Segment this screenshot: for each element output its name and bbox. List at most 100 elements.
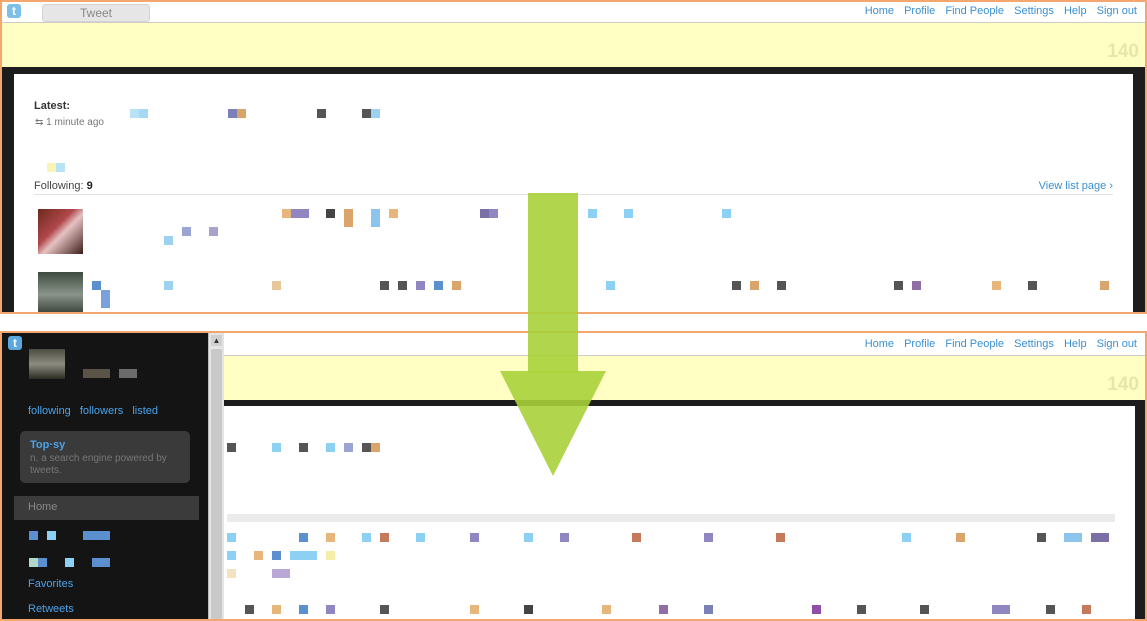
blurred-text <box>326 209 335 218</box>
blurred-text <box>119 369 137 378</box>
blurred-text <box>245 605 254 614</box>
top-bar: t Tweet Home Profile Find People Setting… <box>2 2 1145 23</box>
nav-profile[interactable]: Profile <box>904 338 935 350</box>
view-list-link[interactable]: View list page › <box>1039 180 1113 192</box>
blurred-text <box>362 443 371 452</box>
nav-find-people[interactable]: Find People <box>945 5 1004 17</box>
blurred-text <box>29 531 38 540</box>
blurred-text <box>602 605 611 614</box>
blurred-text <box>83 369 110 378</box>
blurred-text <box>326 533 335 542</box>
blurred-text <box>704 605 713 614</box>
latest-time-text: 1 minute ago <box>46 117 104 128</box>
blurred-text <box>1100 281 1109 290</box>
retweet-icon: ⇆ <box>35 117 47 128</box>
blurred-text <box>777 281 786 290</box>
scroll-up-icon[interactable]: ▲ <box>211 335 222 346</box>
nav-settings[interactable]: Settings <box>1014 338 1054 350</box>
profile-stats: following followers listed <box>28 405 164 417</box>
stat-followers[interactable]: followers <box>80 405 123 417</box>
blurred-text <box>29 558 38 567</box>
avatar[interactable] <box>38 272 83 312</box>
sidebar: t following followers listed Top·sy n. a… <box>2 333 208 619</box>
blurred-text <box>1091 533 1109 542</box>
tweet-input[interactable]: 140 <box>223 356 1145 400</box>
topsy-description: n. a search engine powered by tweets. <box>30 453 167 476</box>
blurred-text <box>237 109 246 118</box>
stat-following[interactable]: following <box>28 405 71 417</box>
blurred-text <box>272 605 281 614</box>
tweet-input[interactable]: 140 <box>2 23 1145 67</box>
blurred-text <box>300 209 309 218</box>
blurred-text <box>992 281 1001 290</box>
blurred-text <box>902 533 911 542</box>
blurred-text <box>480 209 489 218</box>
blurred-text <box>389 209 398 218</box>
blurred-text <box>380 533 389 542</box>
sidebar-item-favorites[interactable]: Favorites <box>28 578 73 590</box>
blurred-text <box>299 605 308 614</box>
blurred-text <box>344 209 353 227</box>
blurred-text <box>1028 281 1037 290</box>
blurred-text <box>624 209 633 218</box>
nav-help[interactable]: Help <box>1064 5 1087 17</box>
nav-settings[interactable]: Settings <box>1014 5 1054 17</box>
blurred-text <box>380 605 389 614</box>
nav-home[interactable]: Home <box>865 5 894 17</box>
sidebar-item-home[interactable]: Home <box>14 496 199 520</box>
blurred-text <box>912 281 921 290</box>
blurred-text <box>956 533 965 542</box>
blurred-text <box>291 209 300 218</box>
following-label: Following: 9 <box>34 180 93 192</box>
topsy-widget[interactable]: Top·sy n. a search engine powered by twe… <box>20 431 190 483</box>
blurred-text <box>434 281 443 290</box>
blurred-text <box>398 281 407 290</box>
blurred-text <box>1082 605 1091 614</box>
blurred-text <box>101 290 110 308</box>
blurred-text <box>272 443 281 452</box>
scroll-thumb[interactable] <box>211 349 222 619</box>
blurred-text <box>894 281 903 290</box>
main-content <box>223 406 1135 619</box>
nav-sign-out[interactable]: Sign out <box>1097 338 1137 350</box>
blurred-text <box>326 551 335 560</box>
blurred-text <box>47 531 56 540</box>
blurred-text <box>632 533 641 542</box>
blurred-text <box>164 236 173 245</box>
blurred-text <box>38 558 47 567</box>
blurred-text <box>130 109 139 118</box>
nav-help[interactable]: Help <box>1064 338 1087 350</box>
blurred-text <box>254 551 263 560</box>
blurred-text <box>524 533 533 542</box>
blurred-text <box>272 281 281 290</box>
blurred-text <box>92 558 110 567</box>
tweet-button[interactable]: Tweet <box>42 4 150 22</box>
latest-label: Latest: <box>34 100 71 112</box>
blurred-text <box>344 443 353 452</box>
twitter-logo-icon[interactable]: t <box>7 4 21 18</box>
nav-find-people[interactable]: Find People <box>945 338 1004 350</box>
blurred-text <box>326 605 335 614</box>
stat-listed[interactable]: listed <box>132 405 158 417</box>
blurred-text <box>371 209 380 227</box>
blurred-text <box>299 533 308 542</box>
nav-sign-out[interactable]: Sign out <box>1097 5 1137 17</box>
nav-profile[interactable]: Profile <box>904 5 935 17</box>
blurred-text <box>362 109 371 118</box>
twitter-logo-icon[interactable]: t <box>8 336 22 350</box>
scrollbar[interactable]: ▲ <box>208 333 224 619</box>
blurred-text <box>722 209 731 218</box>
blurred-text <box>47 163 56 172</box>
blurred-text <box>227 443 236 452</box>
nav-home[interactable]: Home <box>865 338 894 350</box>
top-bar: Home Profile Find People Settings Help S… <box>223 333 1145 356</box>
blurred-text <box>228 109 237 118</box>
char-counter: 140 <box>1107 374 1139 395</box>
blurred-text <box>227 551 236 560</box>
avatar[interactable] <box>38 209 83 254</box>
avatar[interactable] <box>29 349 65 379</box>
down-arrow-icon <box>500 193 606 476</box>
following-count: 9 <box>86 180 93 192</box>
blurred-text <box>227 569 236 578</box>
sidebar-item-retweets[interactable]: Retweets <box>28 603 74 615</box>
